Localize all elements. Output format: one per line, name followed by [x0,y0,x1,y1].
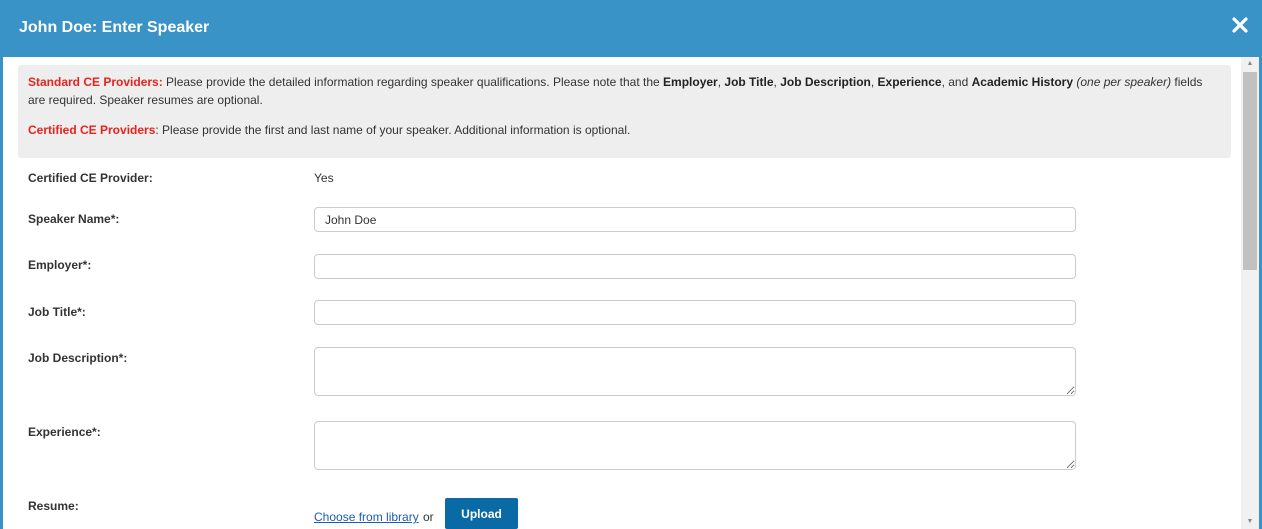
or-text: or [423,510,434,524]
vertical-scrollbar[interactable]: ▲ ▼ [1241,57,1259,529]
job-description-label: Job Description*: [28,351,128,365]
job-description-textarea[interactable] [314,347,1076,396]
notice-sep: , and [941,75,972,89]
scroll-up-arrow-icon[interactable]: ▲ [1241,57,1259,71]
upload-button[interactable]: Upload [445,498,518,529]
scroll-down-arrow-icon[interactable]: ▼ [1241,515,1259,529]
employer-label: Employer*: [28,258,92,272]
provider-notice: Standard CE Providers: Please provide th… [18,65,1231,158]
standard-providers-note: Standard CE Providers: Please provide th… [28,73,1207,109]
notice-field-job-description: Job Description [780,75,871,89]
experience-label: Experience*: [28,425,101,439]
modal-body: Standard CE Providers: Please provide th… [3,57,1241,529]
standard-providers-label: Standard CE Providers: [28,75,163,89]
certified-provider-value: Yes [314,171,334,185]
notice-sep: , [870,75,878,89]
notice-text: : Please provide the first and last name… [155,123,631,137]
notice-field-experience: Experience [877,75,942,89]
notice-field-academic-history: Academic History [971,75,1073,89]
notice-field-job-title: Job Title [724,75,774,89]
certified-provider-label: Certified CE Provider: [28,171,153,185]
certified-providers-label: Certified CE Providers [28,123,156,137]
modal-header: John Doe: Enter Speaker [3,0,1259,57]
job-title-label: Job Title*: [28,305,86,319]
certified-providers-note: Certified CE Providers: Please provide t… [28,121,1207,139]
employer-input[interactable] [314,254,1076,279]
modal-title: John Doe: Enter Speaker [19,19,210,36]
speaker-name-label: Speaker Name*: [28,212,120,226]
notice-one-per-speaker: (one per speaker) [1076,75,1172,89]
resume-label: Resume: [28,499,79,513]
notice-field-employer: Employer [663,75,718,89]
scrollbar-thumb[interactable] [1243,72,1257,270]
choose-from-library-link[interactable]: Choose from library [314,510,419,524]
job-title-input[interactable] [314,300,1076,325]
notice-text: Please provide the detailed information … [162,75,664,89]
experience-textarea[interactable] [314,421,1076,470]
enter-speaker-modal: John Doe: Enter Speaker Standard CE Prov… [0,0,1262,529]
speaker-name-input[interactable] [314,207,1076,232]
close-icon[interactable] [1229,14,1251,36]
